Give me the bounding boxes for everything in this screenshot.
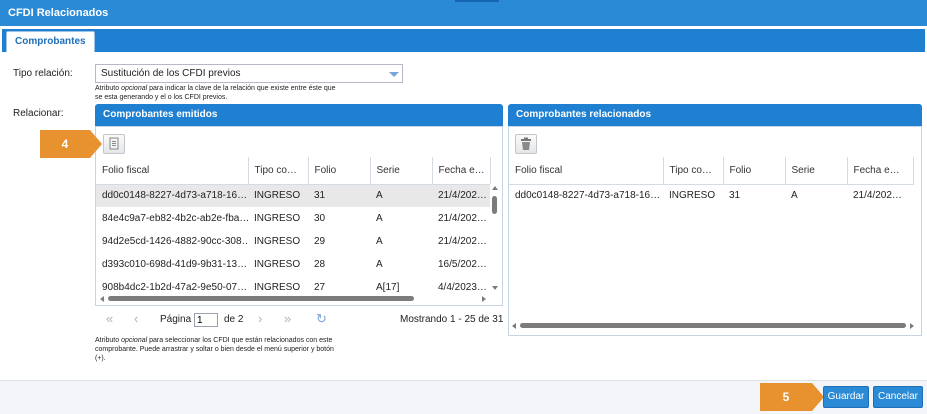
scroll-right-icon[interactable] <box>910 323 914 329</box>
emitidos-panel-header: Comprobantes emitidos <box>95 104 503 126</box>
column-header-fecha[interactable]: Fecha e… <box>847 157 914 185</box>
table-row[interactable]: 84e4c9a7-eb82-4b2c-ab2e-fba… INGRESO 30 … <box>96 207 490 230</box>
page-number-input[interactable] <box>194 313 218 327</box>
window-title: CFDI Relacionados <box>8 7 109 19</box>
scroll-thumb[interactable] <box>520 323 906 328</box>
add-cfdi-button[interactable] <box>103 134 125 154</box>
chevron-down-icon[interactable] <box>385 65 402 82</box>
next-page-icon[interactable]: › <box>258 310 262 328</box>
emitidos-panel-title: Comprobantes emitidos <box>103 109 218 120</box>
page-count-label: de 2 <box>224 314 244 325</box>
column-header-folio-fiscal[interactable]: Folio fiscal <box>96 157 249 185</box>
cfdi-relacionados-window: CFDI Relacionados Comprobantes Tipo rela… <box>0 0 927 414</box>
tipo-relacion-help: Atributo opcional para indicar la clave … <box>95 85 336 101</box>
tipo-relacion-label: Tipo relación: <box>13 68 73 79</box>
relacionar-help: Atributo opcional para seleccionar los C… <box>95 337 334 362</box>
scroll-down-icon[interactable] <box>492 286 498 290</box>
column-header-folio[interactable]: Folio <box>308 157 371 185</box>
emitidos-table: Folio fiscal Tipo co… Folio Serie Fecha … <box>96 157 491 299</box>
column-header-folio-fiscal[interactable]: Folio fiscal <box>509 157 664 185</box>
table-row[interactable]: dd0c0148-8227-4d73-a718-16… INGRESO 31 A… <box>96 184 490 207</box>
prev-page-icon[interactable]: ‹ <box>134 310 138 328</box>
tipo-relacion-select[interactable]: Sustitución de los CFDI previos <box>95 64 403 83</box>
scroll-right-icon[interactable] <box>482 296 486 302</box>
relacionados-table: Folio fiscal Tipo co… Folio Serie Fecha … <box>509 157 914 207</box>
relacionados-horizontal-scrollbar[interactable] <box>510 321 918 330</box>
column-header-fecha[interactable]: Fecha e… <box>432 157 491 185</box>
tipo-relacion-value: Sustitución de los CFDI previos <box>101 68 241 79</box>
scroll-left-icon[interactable] <box>100 296 104 302</box>
column-header-folio[interactable]: Folio <box>723 157 786 185</box>
records-count: Mostrando 1 - 25 de 31 <box>400 314 504 325</box>
relacionados-panel-header: Comprobantes relacionados <box>508 104 922 126</box>
tab-comprobantes[interactable]: Comprobantes <box>6 31 95 52</box>
relacionar-label: Relacionar: <box>13 108 64 119</box>
first-page-icon[interactable]: « <box>106 310 113 328</box>
delete-cfdi-button[interactable] <box>515 134 537 154</box>
relacionados-panel-title: Comprobantes relacionados <box>516 109 652 120</box>
column-header-tipo[interactable]: Tipo co… <box>248 157 309 185</box>
table-row[interactable]: d393c010-698d-41d9-9b31-13… INGRESO 28 A… <box>96 253 490 276</box>
cancel-button[interactable]: Cancelar <box>873 386 923 408</box>
add-document-icon <box>104 135 124 153</box>
page-label: Página <box>160 314 192 325</box>
emitidos-pager: « ‹ Página de 2 › » ↻ Mostrando 1 - 25 d… <box>96 306 504 332</box>
save-button[interactable]: Guardar <box>823 386 869 408</box>
window-titlebar: CFDI Relacionados <box>0 0 927 26</box>
last-page-icon[interactable]: » <box>284 310 291 328</box>
step-5-callout: 5 <box>760 383 824 411</box>
table-row[interactable]: 94d2e5cd-1426-4882-90cc-308… INGRESO 29 … <box>96 230 490 253</box>
scroll-thumb[interactable] <box>492 196 497 214</box>
tab-strip: Comprobantes <box>2 29 925 52</box>
trash-icon <box>516 135 536 153</box>
column-header-serie[interactable]: Serie <box>370 157 433 185</box>
scroll-thumb[interactable] <box>108 296 414 301</box>
emitidos-vertical-scrollbar[interactable] <box>490 184 500 294</box>
titlebar-accent <box>455 0 499 2</box>
emitidos-horizontal-scrollbar[interactable] <box>98 294 490 303</box>
step-4-callout: 4 <box>40 130 102 158</box>
table-row[interactable]: dd0c0148-8227-4d73-a718-16… INGRESO 31 A… <box>509 184 913 207</box>
column-header-tipo[interactable]: Tipo co… <box>663 157 724 185</box>
scroll-up-icon[interactable] <box>492 186 498 190</box>
column-header-serie[interactable]: Serie <box>785 157 848 185</box>
scroll-left-icon[interactable] <box>512 323 516 329</box>
refresh-icon[interactable]: ↻ <box>316 310 327 328</box>
